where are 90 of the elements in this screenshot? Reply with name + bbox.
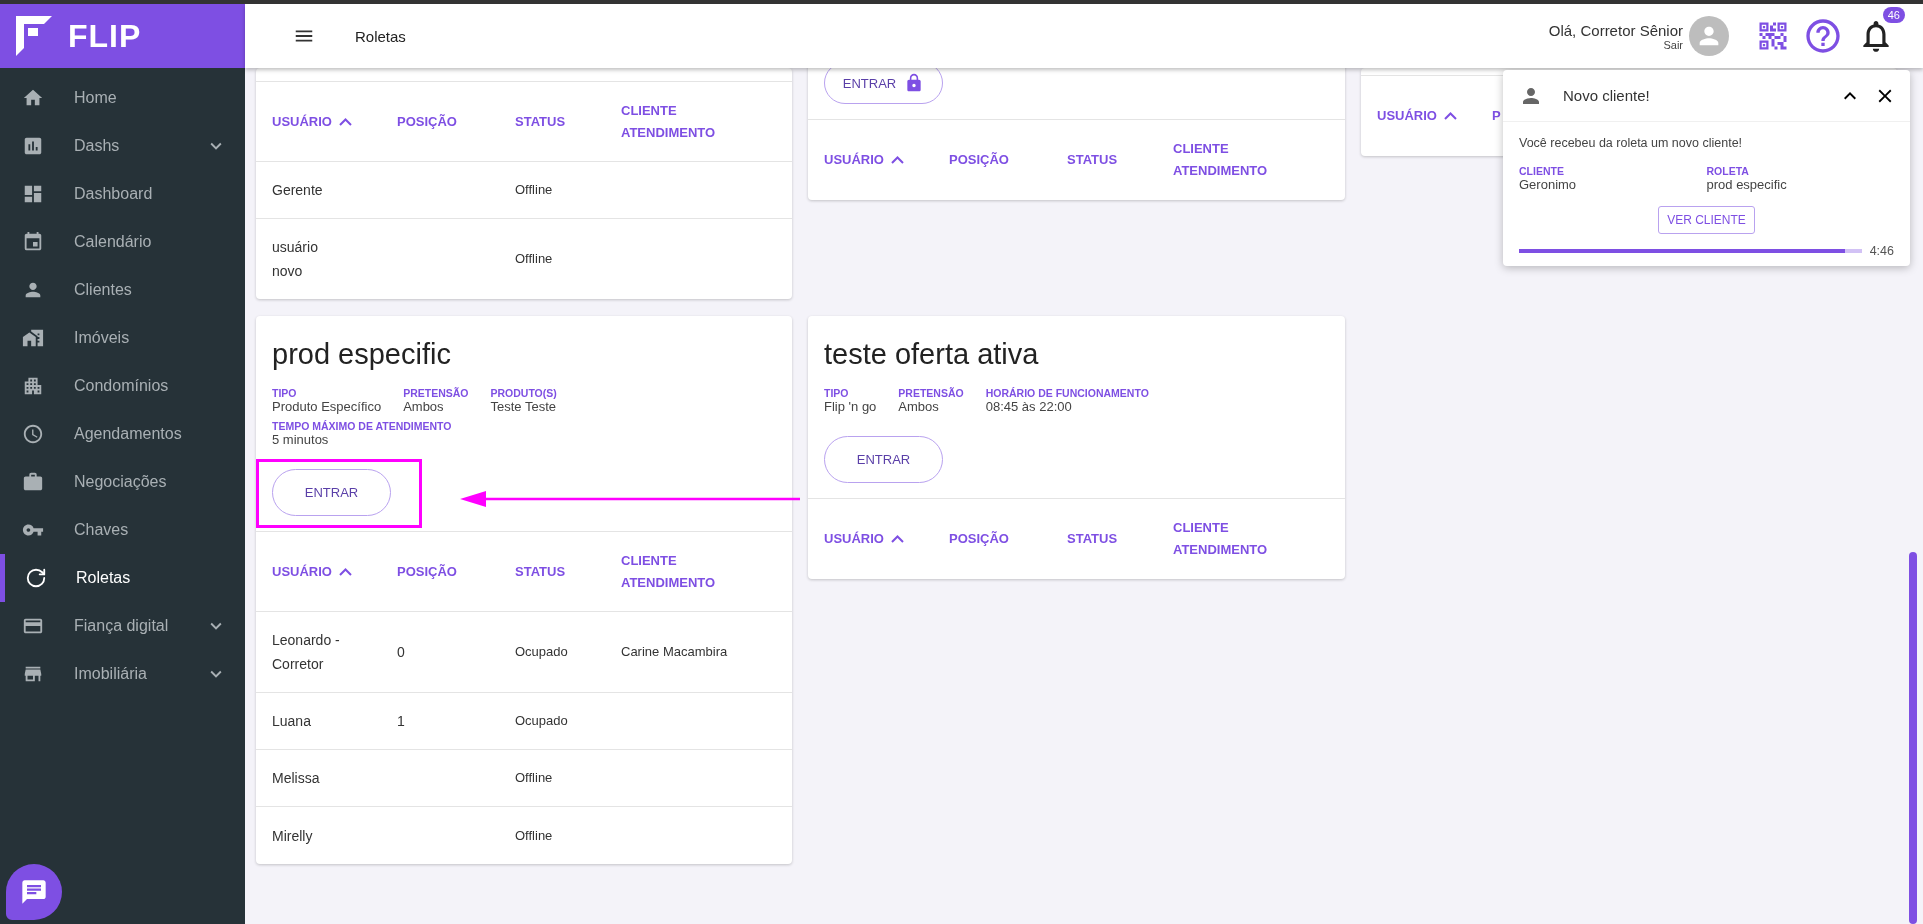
column-header[interactable]: CLIENTE ATENDIMENTO xyxy=(1173,517,1283,561)
column-header[interactable]: POSIÇÃO xyxy=(949,528,1059,550)
sidebar-item[interactable]: Home xyxy=(0,74,245,122)
field-label: PRETENSÃO xyxy=(403,387,469,399)
sidebar-item[interactable]: Condomínios xyxy=(0,362,245,410)
dashboard-icon xyxy=(22,183,44,205)
table-cell: Offline xyxy=(515,827,553,843)
table-cell: Mirelly xyxy=(272,827,313,844)
field-value: Flip 'n go xyxy=(824,399,877,414)
table-cell: Offline xyxy=(515,770,553,785)
field-label: HORÁRIO DE FUNCIONAMENTO xyxy=(985,387,1149,399)
field-label: ROLETA xyxy=(1706,165,1750,177)
column-header[interactable]: USUÁRIO xyxy=(824,528,934,550)
column-header[interactable]: USUÁRIO xyxy=(272,110,382,133)
field-label: TIPO xyxy=(272,387,298,399)
notification-badge: 46 xyxy=(1882,7,1905,23)
table-cell: Offline xyxy=(515,182,553,197)
field-label: PRETENSÃO xyxy=(898,387,964,399)
field-label: TEMPO MÁXIMO DE ATENDIMENTO xyxy=(272,420,452,432)
sidebar-item[interactable]: Fiança digital xyxy=(0,602,245,650)
sidebar-item[interactable]: Roletas xyxy=(0,554,245,602)
briefcase-icon xyxy=(22,471,44,493)
column-header[interactable]: STATUS xyxy=(1067,528,1173,550)
field-label: TIPO xyxy=(824,387,850,399)
rotate-icon xyxy=(25,567,47,589)
field-value: 08:45 às 22:00 xyxy=(985,399,1073,414)
column-header[interactable]: POSIÇÃO xyxy=(949,149,1059,171)
apartment-icon xyxy=(22,375,44,397)
field-label: CLIENTE xyxy=(1519,165,1565,177)
column-header[interactable]: STATUS xyxy=(515,110,621,133)
buildings-icon xyxy=(22,327,44,349)
chat-icon xyxy=(20,878,48,906)
chat-button[interactable] xyxy=(6,864,62,920)
enter-button[interactable]: ENTRAR xyxy=(272,469,391,516)
logo-icon xyxy=(14,14,54,58)
column-header[interactable]: STATUS xyxy=(515,560,621,583)
clock-icon xyxy=(22,423,44,445)
column-header[interactable]: POSIÇÃO xyxy=(397,560,507,583)
field-value: prod especific xyxy=(1706,177,1788,192)
column-header[interactable]: POSIÇÃO xyxy=(397,110,507,133)
column-header[interactable]: CLIENTE ATENDIMENTO xyxy=(621,549,731,594)
view-client-button[interactable]: VER CLIENTE xyxy=(1658,206,1755,234)
sidebar-item[interactable]: Imóveis xyxy=(0,314,245,362)
logout-link[interactable]: Sair xyxy=(1663,38,1683,51)
sidebar-item[interactable]: Clientes xyxy=(0,266,245,314)
column-header[interactable]: USUÁRIO xyxy=(272,560,382,583)
card-title: prod especific xyxy=(271,338,452,371)
table-cell: Luana xyxy=(272,713,311,729)
table-cell: Ocupado xyxy=(515,644,568,659)
column-header[interactable]: CLIENTE ATENDIMENTO xyxy=(1173,138,1283,182)
field-label: PRODUTO(S) xyxy=(490,387,557,399)
enter-button[interactable]: ENTRAR xyxy=(824,436,943,483)
greeting-text: Olá, Corretor Sênior xyxy=(1548,21,1683,39)
table-cell: Leonardo - Corretor xyxy=(272,632,340,672)
table-cell: 0 xyxy=(397,644,405,660)
notification-title: Novo cliente! xyxy=(1563,87,1651,104)
table-cell: Melissa xyxy=(272,770,320,786)
field-value: 5 minutos xyxy=(272,432,330,447)
table-cell: Gerente xyxy=(272,182,323,198)
sidebar-item[interactable]: Calendário xyxy=(0,218,245,266)
sidebar-item[interactable]: Chaves xyxy=(0,506,245,554)
column-header[interactable]: CLIENTE ATENDIMENTO xyxy=(621,99,731,144)
table-cell: Carine Macambira xyxy=(621,644,728,659)
table-cell: usuário novo xyxy=(272,239,318,279)
table-cell: Offline xyxy=(515,251,553,266)
field-value: Produto Específico xyxy=(272,399,382,414)
card-title: teste oferta ativa xyxy=(823,338,1040,371)
table-cell: Ocupado xyxy=(515,713,568,728)
logo-text: FLIP xyxy=(68,17,142,55)
sidebar-item[interactable]: Dashboard xyxy=(0,170,245,218)
field-value: Geronimo xyxy=(1519,177,1578,192)
enter-button[interactable]: ENTRAR xyxy=(824,68,943,104)
countdown-time: 4:46 xyxy=(1869,244,1894,258)
calendar-icon xyxy=(22,231,44,253)
chart-icon xyxy=(22,135,44,157)
sidebar-item[interactable]: Agendamentos xyxy=(0,410,245,458)
sidebar-item[interactable]: Dashs xyxy=(0,122,245,170)
sidebar-item[interactable]: Imobiliária xyxy=(0,650,245,698)
field-value: Teste Teste xyxy=(490,399,557,414)
column-header[interactable]: USUÁRIO xyxy=(1377,105,1487,127)
notification-message: Você recebeu da roleta um novo cliente! xyxy=(1519,136,1744,150)
table-cell: 1 xyxy=(397,713,405,729)
field-value: Ambos xyxy=(403,399,445,414)
column-header[interactable]: STATUS xyxy=(1067,149,1173,171)
page-title: Roletas xyxy=(355,27,407,45)
column-header[interactable]: USUÁRIO xyxy=(824,149,934,171)
field-value: Ambos xyxy=(898,399,940,414)
sidebar-item[interactable]: Negociações xyxy=(0,458,245,506)
scrollbar-thumb[interactable] xyxy=(1909,552,1917,924)
help-icon[interactable] xyxy=(1803,16,1843,56)
